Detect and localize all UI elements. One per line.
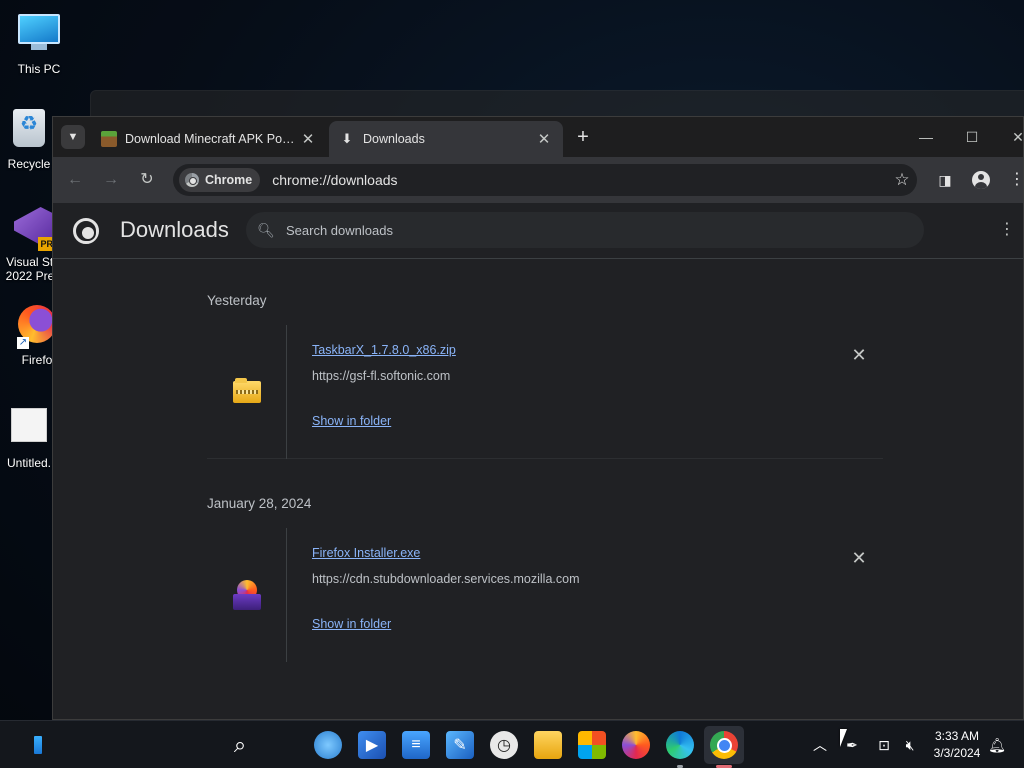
kebab-menu-icon: ⋮: [999, 221, 1015, 238]
maximize-button[interactable]: ☐: [949, 125, 995, 149]
start-button[interactable]: [24, 731, 52, 759]
clock-date[interactable]: 3/3/2024: [924, 746, 990, 760]
windows-start-icon: [34, 736, 42, 754]
network-button[interactable]: ⊡: [872, 733, 896, 757]
side-panel-button[interactable]: ◨: [933, 168, 957, 192]
tab-downloads[interactable]: ⬇ Downloads ✕: [329, 121, 563, 157]
remove-download-button[interactable]: ✕: [847, 343, 871, 367]
file-name-link[interactable]: Firefox Installer.exe: [312, 546, 420, 560]
tab-strip: ▼ Download Minecraft APK Pocke ✕ ⬇ Downl…: [53, 117, 1023, 157]
close-window-button[interactable]: ✕: [995, 125, 1023, 149]
back-button[interactable]: ←: [63, 168, 87, 192]
download-icon: ⬇: [341, 131, 353, 146]
store-icon[interactable]: [578, 731, 606, 759]
notepad-icon[interactable]: ≡: [402, 731, 430, 759]
tab-close-icon[interactable]: ✕: [535, 130, 553, 148]
show-in-folder-link[interactable]: Show in folder: [312, 414, 391, 428]
volume-button[interactable]: 🔇︎: [898, 733, 922, 757]
reload-icon: ↻: [140, 171, 154, 188]
profile-icon: [972, 171, 990, 189]
date-group-label: January 28, 2024: [207, 496, 312, 511]
monitor-icon: [17, 14, 61, 58]
tab-title: Download Minecraft APK Pocke: [125, 132, 299, 146]
search-input[interactable]: [286, 222, 924, 238]
remove-download-button[interactable]: ✕: [847, 546, 871, 570]
desktop-icon-label: This PC: [17, 62, 61, 76]
browser-toolbar: ← → ↻ Chrome chrome://downloads ☆ ◨ ⋮: [53, 157, 1023, 203]
downloads-menu-button[interactable]: ⋮: [997, 219, 1017, 243]
mouse-cursor-icon: [840, 729, 854, 747]
site-info-chip[interactable]: Chrome: [179, 168, 261, 192]
file-explorer-icon[interactable]: [534, 731, 562, 759]
zip-folder-icon: [232, 378, 261, 403]
profile-button[interactable]: [969, 168, 993, 192]
bell-icon: 🔔︎: [988, 737, 1006, 753]
paint-icon[interactable]: ✎: [446, 731, 474, 759]
chrome-menu-button[interactable]: ⋮: [1005, 168, 1024, 192]
notifications-button[interactable]: 🔔︎: [986, 733, 1008, 757]
edge-icon[interactable]: [666, 731, 694, 759]
minimize-button[interactable]: —: [903, 125, 949, 149]
arrow-right-icon: →: [103, 171, 119, 188]
tab-minecraft[interactable]: Download Minecraft APK Pocke ✕: [91, 121, 327, 157]
recycle-bin-icon: [7, 109, 51, 153]
clock-app-icon[interactable]: ◷: [490, 731, 518, 759]
taskbar-search-button[interactable]: ⌕: [226, 731, 254, 759]
downloads-list: Yesterday TaskbarX_1.7.8.0_x86.zip https…: [53, 259, 1023, 719]
chevron-down-icon: ▼: [67, 131, 79, 143]
firefox-icon[interactable]: [622, 731, 650, 759]
show-hidden-icons-button[interactable]: ︿: [810, 733, 830, 757]
search-box[interactable]: 🔍︎: [246, 212, 924, 248]
kebab-menu-icon: ⋮: [1009, 171, 1024, 188]
close-icon: ✕: [851, 345, 867, 365]
file-icon-column: [207, 325, 287, 459]
volume-muted-icon: 🔇︎: [905, 737, 915, 753]
date-group-label: Yesterday: [207, 293, 267, 308]
new-tab-button[interactable]: +: [571, 125, 595, 149]
widgets-icon[interactable]: [314, 731, 342, 759]
bookmark-star-icon[interactable]: ☆: [887, 170, 917, 190]
clock-time[interactable]: 3:33 AM: [924, 729, 990, 743]
chrome-logo-icon: [73, 218, 99, 244]
side-panel-icon: ◨: [938, 172, 952, 188]
firefox-installer-icon: [232, 580, 261, 610]
download-item: Firefox Installer.exe https://cdn.stubdo…: [207, 528, 883, 662]
downloads-header: Downloads 🔍︎ ⋮: [53, 203, 1023, 259]
search-icon: 🔍︎: [257, 221, 275, 238]
tab-close-icon[interactable]: ✕: [299, 130, 317, 148]
paper-icon: [7, 408, 51, 452]
shortcut-arrow-icon: ↗: [17, 337, 29, 349]
tab-title: Downloads: [363, 132, 425, 146]
download-item: TaskbarX_1.7.8.0_x86.zip https://gsf-fl.…: [207, 325, 883, 459]
arrow-left-icon: ←: [67, 171, 83, 188]
reload-button[interactable]: ↻: [135, 168, 159, 192]
network-icon: ⊡: [878, 737, 890, 753]
taskbar: ⌕ ▶ ≡ ✎ ◷ ︿ ✒ ⊡ 🔇︎ 3:33 AM 3/3/2024 🔔︎: [0, 720, 1024, 768]
file-name-link[interactable]: TaskbarX_1.7.8.0_x86.zip: [312, 343, 456, 357]
address-bar[interactable]: Chrome chrome://downloads ☆: [173, 164, 917, 196]
tab-search-button[interactable]: ▼: [61, 125, 85, 149]
desktop-icon-this-pc[interactable]: This PC: [4, 10, 74, 76]
chrome-window: ▼ Download Minecraft APK Pocke ✕ ⬇ Downl…: [52, 116, 1024, 720]
minecraft-favicon-icon: [101, 131, 117, 147]
chip-label: Chrome: [205, 173, 253, 187]
file-source-url: https://gsf-fl.softonic.com: [312, 369, 451, 383]
file-source-url: https://cdn.stubdownloader.services.mozi…: [312, 572, 580, 586]
close-icon: ✕: [851, 548, 867, 568]
media-player-icon[interactable]: ▶: [358, 731, 386, 759]
chevron-up-icon: ︿: [813, 737, 827, 753]
chrome-logo-icon: [185, 173, 199, 187]
file-icon-column: [207, 528, 287, 662]
page-title: Downloads: [120, 217, 229, 242]
url-text[interactable]: chrome://downloads: [272, 172, 887, 188]
visual-studio-icon: PR: [11, 207, 55, 251]
search-icon: ⌕: [233, 732, 247, 757]
chrome-icon[interactable]: [710, 731, 738, 759]
forward-button[interactable]: →: [99, 168, 123, 192]
show-in-folder-link[interactable]: Show in folder: [312, 617, 391, 631]
